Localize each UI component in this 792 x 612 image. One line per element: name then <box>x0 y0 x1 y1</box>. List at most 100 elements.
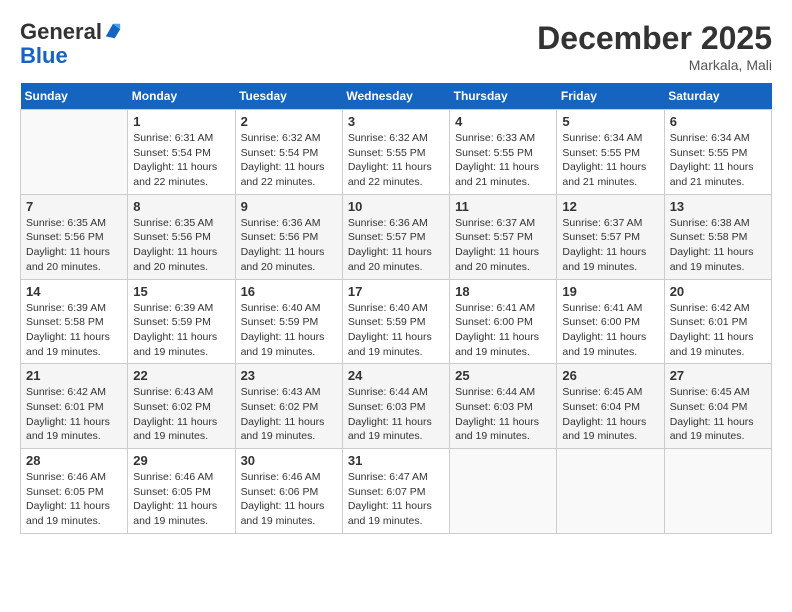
calendar-cell: 18 Sunrise: 6:41 AM Sunset: 6:00 PM Dayli… <box>450 279 557 364</box>
calendar-cell: 12 Sunrise: 6:37 AM Sunset: 5:57 PM Dayli… <box>557 194 664 279</box>
calendar-week-row: 1 Sunrise: 6:31 AM Sunset: 5:54 PM Daylig… <box>21 110 772 195</box>
day-number: 20 <box>670 284 766 299</box>
title-block: December 2025 Markala, Mali <box>537 20 772 73</box>
calendar-cell: 15Sunrise: 6:39 AM Sunset: 5:59 PM Dayli… <box>128 279 235 364</box>
day-number: 28 <box>26 453 122 468</box>
day-number: 23 <box>241 368 337 383</box>
day-info: Sunrise: 6:43 AM Sunset: 6:02 PM Dayligh… <box>241 385 337 444</box>
day-info: Sunrise: 6:33 AM Sunset: 5:55 PM Dayligh… <box>455 131 551 190</box>
day-info: Sunrise: 6:35 AM Sunset: 5:56 PM Dayligh… <box>26 216 122 275</box>
day-info: Sunrise: 6:41 AM Sunset: 6:00 PM Dayligh… <box>562 301 658 360</box>
day-number: 15 <box>133 284 229 299</box>
location: Markala, Mali <box>537 57 772 73</box>
day-info: Sunrise: 6:32 AM Sunset: 5:54 PM Dayligh… <box>241 131 337 190</box>
calendar-cell: 21 Sunrise: 6:42 AM Sunset: 6:01 PM Dayli… <box>21 364 128 449</box>
calendar-cell: 31 Sunrise: 6:47 AM Sunset: 6:07 PM Dayli… <box>342 449 449 534</box>
calendar-cell: 22Sunrise: 6:43 AM Sunset: 6:02 PM Dayli… <box>128 364 235 449</box>
day-info: Sunrise: 6:34 AM Sunset: 5:55 PM Dayligh… <box>562 131 658 190</box>
day-number: 17 <box>348 284 444 299</box>
day-info: Sunrise: 6:45 AM Sunset: 6:04 PM Dayligh… <box>670 385 766 444</box>
day-number: 26 <box>562 368 658 383</box>
logo: General Blue <box>20 20 122 68</box>
day-number: 10 <box>348 199 444 214</box>
weekday-header: Thursday <box>450 83 557 110</box>
calendar-cell: 29Sunrise: 6:46 AM Sunset: 6:05 PM Dayli… <box>128 449 235 534</box>
day-number: 2 <box>241 114 337 129</box>
calendar-cell: 4 Sunrise: 6:33 AM Sunset: 5:55 PM Daylig… <box>450 110 557 195</box>
calendar-cell: 11Sunrise: 6:37 AM Sunset: 5:57 PM Dayli… <box>450 194 557 279</box>
calendar-cell: 3 Sunrise: 6:32 AM Sunset: 5:55 PM Daylig… <box>342 110 449 195</box>
day-info: Sunrise: 6:41 AM Sunset: 6:00 PM Dayligh… <box>455 301 551 360</box>
day-info: Sunrise: 6:46 AM Sunset: 6:05 PM Dayligh… <box>26 470 122 529</box>
weekday-header: Wednesday <box>342 83 449 110</box>
day-number: 8 <box>133 199 229 214</box>
calendar-cell: 13 Sunrise: 6:38 AM Sunset: 5:58 PM Dayli… <box>664 194 771 279</box>
day-info: Sunrise: 6:40 AM Sunset: 5:59 PM Dayligh… <box>348 301 444 360</box>
day-number: 22 <box>133 368 229 383</box>
calendar-cell: 28 Sunrise: 6:46 AM Sunset: 6:05 PM Dayli… <box>21 449 128 534</box>
calendar-week-row: 28 Sunrise: 6:46 AM Sunset: 6:05 PM Dayli… <box>21 449 772 534</box>
day-info: Sunrise: 6:40 AM Sunset: 5:59 PM Dayligh… <box>241 301 337 360</box>
month-title: December 2025 <box>537 20 772 57</box>
day-number: 21 <box>26 368 122 383</box>
day-info: Sunrise: 6:37 AM Sunset: 5:57 PM Dayligh… <box>455 216 551 275</box>
day-number: 19 <box>562 284 658 299</box>
day-number: 13 <box>670 199 766 214</box>
calendar-week-row: 14Sunrise: 6:39 AM Sunset: 5:58 PM Dayli… <box>21 279 772 364</box>
day-number: 6 <box>670 114 766 129</box>
calendar-cell <box>557 449 664 534</box>
calendar-cell <box>664 449 771 534</box>
day-info: Sunrise: 6:37 AM Sunset: 5:57 PM Dayligh… <box>562 216 658 275</box>
day-number: 7 <box>26 199 122 214</box>
calendar-cell: 23 Sunrise: 6:43 AM Sunset: 6:02 PM Dayli… <box>235 364 342 449</box>
day-info: Sunrise: 6:45 AM Sunset: 6:04 PM Dayligh… <box>562 385 658 444</box>
day-info: Sunrise: 6:46 AM Sunset: 6:05 PM Dayligh… <box>133 470 229 529</box>
calendar-cell: 2 Sunrise: 6:32 AM Sunset: 5:54 PM Daylig… <box>235 110 342 195</box>
day-info: Sunrise: 6:42 AM Sunset: 6:01 PM Dayligh… <box>26 385 122 444</box>
page-header: General Blue December 2025 Markala, Mali <box>20 20 772 73</box>
day-number: 18 <box>455 284 551 299</box>
logo-icon <box>104 22 122 40</box>
weekday-header: Saturday <box>664 83 771 110</box>
day-info: Sunrise: 6:31 AM Sunset: 5:54 PM Dayligh… <box>133 131 229 190</box>
calendar-week-row: 21 Sunrise: 6:42 AM Sunset: 6:01 PM Dayli… <box>21 364 772 449</box>
day-number: 25 <box>455 368 551 383</box>
day-number: 4 <box>455 114 551 129</box>
calendar-cell: 6Sunrise: 6:34 AM Sunset: 5:55 PM Daylig… <box>664 110 771 195</box>
day-info: Sunrise: 6:44 AM Sunset: 6:03 PM Dayligh… <box>348 385 444 444</box>
calendar-cell: 26 Sunrise: 6:45 AM Sunset: 6:04 PM Dayli… <box>557 364 664 449</box>
calendar-table: SundayMondayTuesdayWednesdayThursdayFrid… <box>20 83 772 534</box>
calendar-cell: 1 Sunrise: 6:31 AM Sunset: 5:54 PM Daylig… <box>128 110 235 195</box>
calendar-header: SundayMondayTuesdayWednesdayThursdayFrid… <box>21 83 772 110</box>
day-info: Sunrise: 6:38 AM Sunset: 5:58 PM Dayligh… <box>670 216 766 275</box>
calendar-cell: 19 Sunrise: 6:41 AM Sunset: 6:00 PM Dayli… <box>557 279 664 364</box>
day-info: Sunrise: 6:46 AM Sunset: 6:06 PM Dayligh… <box>241 470 337 529</box>
weekday-header: Friday <box>557 83 664 110</box>
logo-general: General <box>20 20 102 44</box>
calendar-cell: 25 Sunrise: 6:44 AM Sunset: 6:03 PM Dayli… <box>450 364 557 449</box>
day-number: 12 <box>562 199 658 214</box>
calendar-cell: 27 Sunrise: 6:45 AM Sunset: 6:04 PM Dayli… <box>664 364 771 449</box>
day-info: Sunrise: 6:44 AM Sunset: 6:03 PM Dayligh… <box>455 385 551 444</box>
day-number: 5 <box>562 114 658 129</box>
calendar-week-row: 7 Sunrise: 6:35 AM Sunset: 5:56 PM Daylig… <box>21 194 772 279</box>
calendar-cell: 30Sunrise: 6:46 AM Sunset: 6:06 PM Dayli… <box>235 449 342 534</box>
day-number: 27 <box>670 368 766 383</box>
logo-blue: Blue <box>20 43 68 68</box>
weekday-header: Monday <box>128 83 235 110</box>
day-number: 1 <box>133 114 229 129</box>
calendar-cell: 10 Sunrise: 6:36 AM Sunset: 5:57 PM Dayli… <box>342 194 449 279</box>
day-number: 3 <box>348 114 444 129</box>
calendar-cell: 9Sunrise: 6:36 AM Sunset: 5:56 PM Daylig… <box>235 194 342 279</box>
calendar-cell: 16Sunrise: 6:40 AM Sunset: 5:59 PM Dayli… <box>235 279 342 364</box>
calendar-cell: 24Sunrise: 6:44 AM Sunset: 6:03 PM Dayli… <box>342 364 449 449</box>
day-info: Sunrise: 6:42 AM Sunset: 6:01 PM Dayligh… <box>670 301 766 360</box>
day-number: 31 <box>348 453 444 468</box>
day-info: Sunrise: 6:32 AM Sunset: 5:55 PM Dayligh… <box>348 131 444 190</box>
calendar-cell: 8Sunrise: 6:35 AM Sunset: 5:56 PM Daylig… <box>128 194 235 279</box>
day-info: Sunrise: 6:36 AM Sunset: 5:57 PM Dayligh… <box>348 216 444 275</box>
day-number: 9 <box>241 199 337 214</box>
day-info: Sunrise: 6:47 AM Sunset: 6:07 PM Dayligh… <box>348 470 444 529</box>
calendar-cell <box>21 110 128 195</box>
calendar-cell: 5 Sunrise: 6:34 AM Sunset: 5:55 PM Daylig… <box>557 110 664 195</box>
